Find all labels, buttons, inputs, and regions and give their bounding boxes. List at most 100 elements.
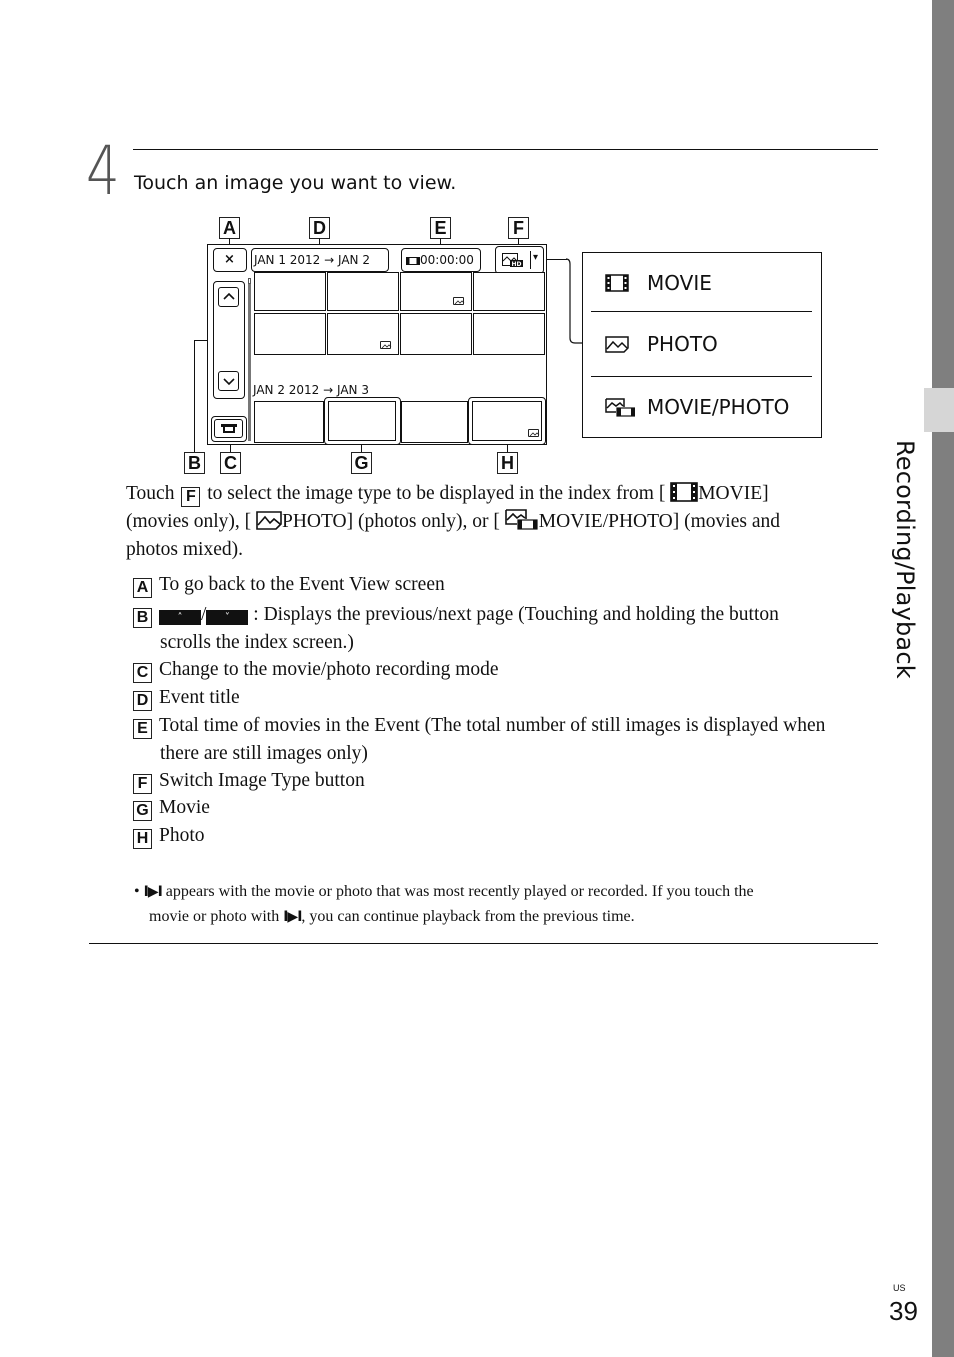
legend-text: : Displays the previous/next page (Touch… (253, 604, 779, 625)
chevron-up-icon: ˄ (177, 612, 183, 623)
callout-a: A (219, 217, 240, 239)
event-title-button[interactable]: JAN 1 2012 → JAN 2 (251, 248, 389, 272)
callout-f-inline: F (181, 487, 201, 507)
scroll-down-button[interactable] (218, 371, 239, 391)
total-time: 00:00:00 (420, 253, 474, 267)
intro-text: PHOTO] (photos only), or [ (281, 511, 500, 532)
film-icon (605, 274, 635, 292)
legend-key: C (133, 663, 152, 683)
movie-photo-icon (605, 397, 635, 417)
note-line-1: • I▶I appears with the movie or photo th… (134, 879, 754, 905)
thumbnail[interactable] (254, 313, 326, 355)
leader-b (194, 340, 195, 452)
note-text: appears with the movie or photo that was… (165, 883, 754, 900)
thumbnail-photo[interactable] (327, 313, 399, 355)
menu-item-movie-photo[interactable]: MOVIE/PHOTO (591, 377, 812, 437)
callout-e: E (430, 217, 451, 239)
section-label: Recording/Playback (880, 440, 930, 710)
film-icon (406, 257, 420, 265)
step-title: Touch an image you want to view. (134, 172, 457, 194)
intro-line-3: photos mixed). (126, 539, 243, 560)
intro-line-1: Touch F to select the image type to be d… (126, 480, 886, 508)
camera-icon (221, 424, 237, 433)
photo-icon (605, 335, 635, 353)
legend-key: D (133, 691, 152, 711)
movie-thumbnail[interactable] (328, 401, 396, 441)
menu-item-movie-label: MOVIE (647, 271, 712, 295)
note-line-2: movie or photo with I▶I, you can continu… (134, 904, 635, 930)
movie-thumbnail-highlight[interactable] (324, 397, 401, 445)
note-text: , you can continue playback from the pre… (301, 908, 635, 925)
intro-paragraph: Touch F to select the image type to be d… (126, 480, 886, 564)
dropdown-divider (530, 251, 531, 269)
event-title-1: JAN 1 2012 → JAN 2 (254, 253, 370, 267)
camera-index-screen: × JAN 1 2012 → JAN 2 00:00:00 HD ▾ JAN 2… (207, 244, 547, 445)
photo-thumbnail[interactable] (472, 401, 542, 441)
scrollbar-thumb[interactable] (248, 278, 251, 284)
top-rule (133, 149, 878, 150)
menu-item-photo[interactable]: PHOTO (591, 312, 812, 376)
step-number: 4 (86, 132, 120, 211)
legend-text: Total time of movies in the Event (The t… (159, 715, 826, 736)
intro-text: to select the image type to be displayed… (207, 483, 666, 504)
close-button[interactable]: × (213, 248, 247, 272)
callout-d: D (309, 217, 330, 239)
chevron-down-icon: ˅ (224, 612, 230, 623)
intro-text: (movies only), [ (126, 511, 252, 532)
thumbnail[interactable] (401, 401, 468, 443)
photo-icon (256, 511, 282, 530)
event-title-2: JAN 2 2012 → JAN 3 (253, 383, 369, 397)
photo-thumbnail-highlight[interactable] (468, 397, 546, 445)
legend-text: Photo (159, 825, 205, 846)
section-side-tab (924, 388, 954, 432)
legend-item-b-cont: scrolls the index screen.) (160, 632, 354, 653)
section-label-text: Recording/Playback (891, 440, 919, 679)
menu-item-photo-label: PHOTO (647, 332, 718, 356)
resume-playback-icon: I▶I (283, 909, 302, 925)
section-side-band (932, 0, 954, 1357)
callout-b: B (184, 452, 205, 474)
legend-key: E (133, 719, 152, 739)
image-type-menu: MOVIE PHOTO MOVIE/PHOTO (582, 252, 822, 438)
scrollbar[interactable] (248, 281, 251, 441)
legend-item-g: G Movie (133, 794, 210, 822)
intro-text: MOVIE/PHOTO] (movies and (538, 511, 780, 532)
scroll-panel (213, 281, 245, 399)
legend-text: To go back to the Event View screen (159, 574, 445, 595)
thumbnail[interactable] (254, 272, 326, 311)
thumbnail[interactable] (327, 272, 399, 311)
thumbnail-photo[interactable] (400, 272, 472, 311)
legend-item-f: F Switch Image Type button (133, 767, 365, 795)
legend-item-a: A To go back to the Event View screen (133, 571, 445, 599)
thumbnail[interactable] (473, 272, 545, 311)
intro-line-2: (movies only), [ PHOTO] (photos only), o… (126, 508, 886, 536)
resume-playback-icon: I▶I (143, 884, 163, 900)
page-lang: US (893, 1283, 906, 1293)
callout-f: F (508, 217, 529, 239)
note-text: movie or photo with (149, 908, 280, 925)
thumbnail[interactable] (254, 401, 324, 443)
legend-key: G (133, 801, 152, 821)
switch-image-type-button[interactable]: HD ▾ (495, 246, 544, 274)
legend-key: A (133, 578, 152, 598)
thumbnail[interactable] (400, 313, 472, 355)
svg-text:HD: HD (512, 261, 522, 268)
menu-connector (565, 258, 583, 344)
legend-key: B (133, 608, 152, 628)
dropdown-arrow-icon: ▾ (533, 252, 539, 263)
photo-icon (453, 297, 465, 305)
menu-item-movie[interactable]: MOVIE (591, 253, 812, 313)
recording-mode-button[interactable] (211, 416, 247, 442)
page-up-button-icon: ˄ (159, 610, 201, 625)
legend-text: Switch Image Type button (159, 770, 365, 791)
photo-icon (528, 429, 540, 437)
thumbnail[interactable] (473, 313, 545, 355)
intro-text: Touch (126, 483, 175, 504)
scroll-up-button[interactable] (218, 287, 239, 307)
legend-text: Change to the movie/photo recording mode (159, 659, 499, 680)
legend-item-d: D Event title (133, 684, 240, 712)
legend-item-h: H Photo (133, 822, 205, 850)
recording-mode-inner (214, 419, 243, 438)
callout-g: G (351, 452, 372, 474)
total-time-display: 00:00:00 (401, 248, 481, 272)
